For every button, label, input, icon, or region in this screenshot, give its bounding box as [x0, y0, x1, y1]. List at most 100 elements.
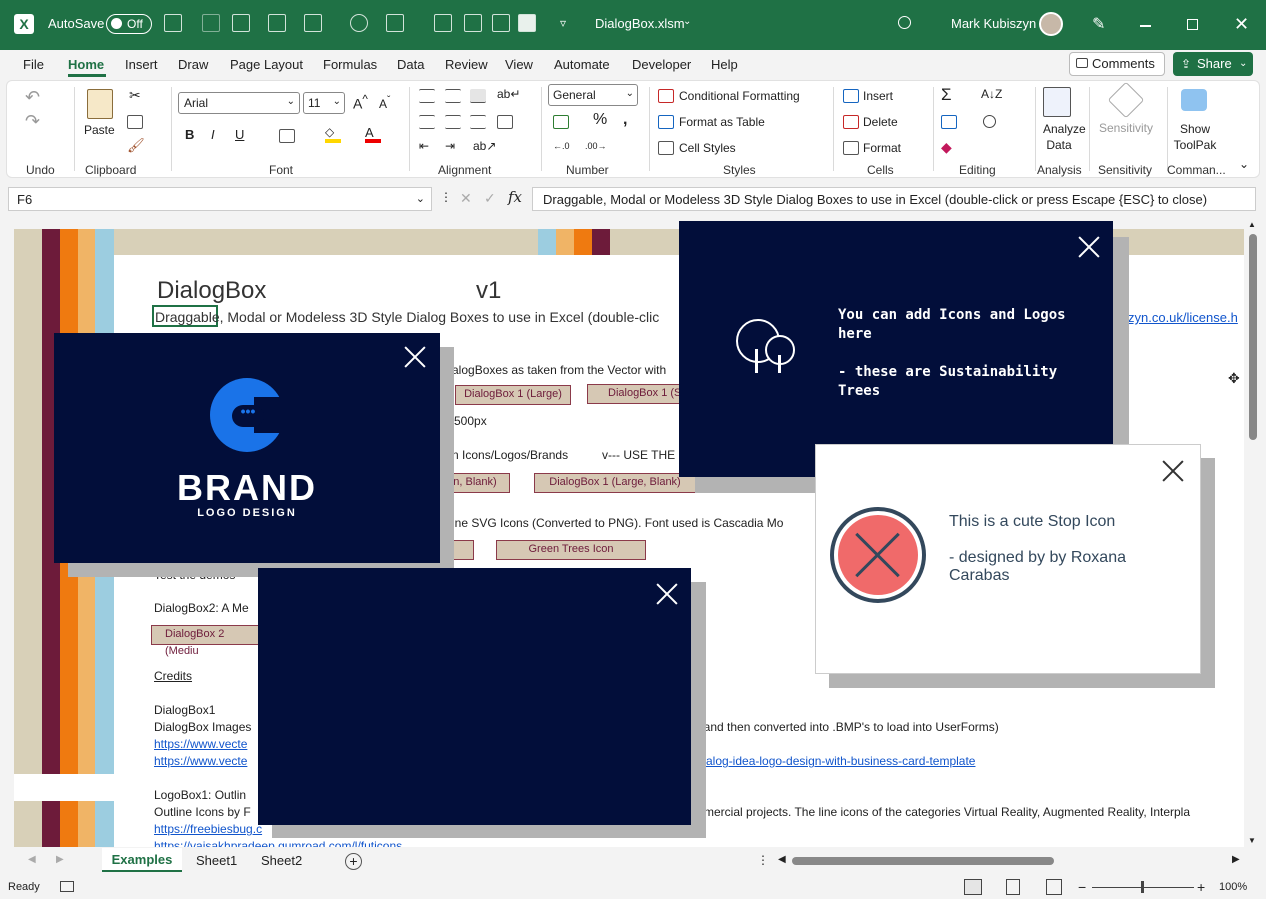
- page-layout-view-icon[interactable]: [1006, 879, 1020, 895]
- trees-dialog[interactable]: You can add Icons and Logos here - these…: [679, 221, 1113, 477]
- maximize-icon[interactable]: [1187, 19, 1198, 30]
- file-name[interactable]: DialogBox.xlsm: [595, 16, 685, 31]
- tab-examples[interactable]: Examples: [102, 848, 182, 872]
- cut-icon[interactable]: ✂: [129, 87, 141, 104]
- comments-button[interactable]: Comments: [1069, 52, 1165, 76]
- align-right-icon[interactable]: [470, 115, 486, 129]
- undo-icon[interactable]: ↶: [25, 87, 40, 108]
- format-cells-icon[interactable]: [843, 141, 859, 155]
- menu-view[interactable]: View: [505, 57, 533, 72]
- dialogbox1-small-button[interactable]: DialogBox 1 (S: [587, 384, 687, 404]
- redo-icon[interactable]: ↷: [25, 111, 40, 132]
- brand-dialog[interactable]: ••• BRAND LOGO DESIGN: [54, 333, 440, 563]
- format-as-table-button[interactable]: Format as Table: [679, 115, 765, 129]
- customize-toolbar-icon[interactable]: ▿: [560, 16, 566, 30]
- share-button[interactable]: ⇪ Share ⌄: [1173, 52, 1253, 76]
- text-format-icon[interactable]: [518, 14, 536, 32]
- autosave-toggle[interactable]: Off: [106, 14, 152, 34]
- dialogbox1-large-blank-button[interactable]: DialogBox 1 (Large, Blank): [534, 473, 696, 493]
- bold-icon[interactable]: B: [185, 127, 194, 142]
- avatar[interactable]: [1039, 12, 1063, 36]
- increase-font-icon[interactable]: A^: [353, 93, 368, 112]
- sensitivity-button[interactable]: Sensitivity: [1099, 121, 1153, 135]
- gumroad-link[interactable]: https://vaisakhpradeep.gumroad.com/l/fut…: [154, 839, 402, 847]
- zoom-slider[interactable]: [1092, 881, 1194, 893]
- menu-file[interactable]: File: [23, 57, 44, 72]
- fill-color-icon[interactable]: ◇: [325, 125, 341, 143]
- dialogbox2-medium-button[interactable]: DialogBox 2 (Mediu: [151, 625, 261, 657]
- close-icon[interactable]: [1077, 235, 1101, 259]
- zoom-in-icon[interactable]: +: [1197, 879, 1205, 895]
- sort-filter-icon[interactable]: A↓Z: [981, 87, 1002, 101]
- align-bottom-icon[interactable]: [470, 89, 486, 103]
- page-break-view-icon[interactable]: [1046, 879, 1062, 895]
- delete-cells-icon[interactable]: [843, 115, 859, 129]
- decrease-font-icon[interactable]: Aˇ: [379, 95, 390, 111]
- link-icon[interactable]: [350, 14, 368, 32]
- scroll-down-icon[interactable]: ▼: [1248, 836, 1256, 845]
- stop-dialog[interactable]: This is a cute Stop Icon - designed by b…: [815, 444, 1201, 674]
- scroll-right-icon[interactable]: ▶: [1232, 854, 1240, 865]
- normal-view-icon[interactable]: [964, 879, 982, 895]
- font-size-select[interactable]: 11 ⌄: [303, 92, 345, 114]
- delete-cells-button[interactable]: Delete: [863, 115, 898, 129]
- calculator-icon[interactable]: [304, 14, 322, 32]
- freebiesbug-link[interactable]: https://freebiesbug.c: [154, 822, 262, 836]
- user-name[interactable]: Mark Kubiszyn: [951, 16, 1036, 31]
- menu-formulas[interactable]: Formulas: [323, 57, 377, 72]
- delete-column-icon[interactable]: [268, 14, 286, 32]
- green-trees-icon-button[interactable]: Green Trees Icon: [496, 540, 646, 560]
- font-color-icon[interactable]: A: [365, 125, 381, 143]
- format-painter-icon[interactable]: 🖌: [127, 137, 145, 154]
- menu-developer[interactable]: Developer: [632, 57, 691, 72]
- scroll-left-icon[interactable]: ◀: [778, 854, 786, 865]
- tab-sheet2[interactable]: Sheet2: [261, 853, 302, 868]
- confirm-entry-icon[interactable]: ✓: [484, 190, 496, 207]
- fill-icon[interactable]: [941, 115, 957, 129]
- conditional-formatting-button[interactable]: Conditional Formatting: [679, 89, 800, 103]
- scroll-up-icon[interactable]: ▲: [1248, 220, 1256, 229]
- macro-record-icon[interactable]: [60, 881, 74, 892]
- cell-styles-button[interactable]: Cell Styles: [679, 141, 736, 155]
- find-select-icon[interactable]: [983, 115, 996, 128]
- zoom-out-icon[interactable]: −: [1078, 879, 1086, 895]
- copy-icon[interactable]: [127, 115, 143, 129]
- cancel-entry-icon[interactable]: ✕: [460, 190, 472, 207]
- menu-home[interactable]: Home: [68, 57, 104, 72]
- formula-input[interactable]: Draggable, Modal or Modeless 3D Style Di…: [532, 187, 1256, 211]
- menu-data[interactable]: Data: [397, 57, 424, 72]
- paste-icon[interactable]: [87, 89, 113, 119]
- pen-icon[interactable]: ✎: [1092, 14, 1105, 34]
- menu-insert[interactable]: Insert: [125, 57, 158, 72]
- align-left-icon[interactable]: [419, 115, 435, 129]
- close-icon[interactable]: [1161, 459, 1185, 483]
- vertical-scrollbar[interactable]: ▲ ▼: [1246, 220, 1260, 848]
- show-toolpak-button[interactable]: Show ToolPak: [1169, 121, 1221, 153]
- analyze-data-button[interactable]: Analyze Data: [1043, 121, 1086, 153]
- folder-icon[interactable]: [492, 14, 510, 32]
- comma-style-icon[interactable]: ,: [623, 111, 627, 129]
- merge-center-icon[interactable]: [497, 115, 513, 129]
- insert-cells-button[interactable]: Insert: [863, 89, 893, 103]
- menu-page-layout[interactable]: Page Layout: [230, 57, 303, 72]
- accounting-format-icon[interactable]: [553, 115, 569, 129]
- wrap-text-icon[interactable]: ab↵: [497, 87, 520, 101]
- ribbon-collapse-icon[interactable]: ⌄: [1239, 157, 1249, 171]
- borders-icon[interactable]: [279, 129, 295, 143]
- clipboard-icon[interactable]: [202, 14, 220, 32]
- table-icon[interactable]: [464, 14, 482, 32]
- analyze-data-icon[interactable]: [1043, 87, 1071, 117]
- menu-automate[interactable]: Automate: [554, 57, 610, 72]
- save-icon[interactable]: [164, 14, 182, 32]
- decrease-indent-icon[interactable]: ⇤: [419, 139, 429, 153]
- insert-function-icon[interactable]: fx: [508, 188, 522, 206]
- paste-button[interactable]: Paste: [84, 123, 115, 137]
- dialogbox1-large-button[interactable]: DialogBox 1 (Large): [455, 385, 571, 405]
- horizontal-scroll-thumb[interactable]: [792, 857, 1054, 865]
- percent-icon[interactable]: %: [593, 111, 607, 129]
- tab-scroll-right-icon[interactable]: ▶: [56, 854, 64, 865]
- decrease-decimal-icon[interactable]: .00→: [585, 141, 607, 151]
- vecteezy-link-1[interactable]: https://www.vecte: [154, 737, 247, 751]
- search-icon[interactable]: [898, 16, 911, 29]
- tab-scroll-left-icon[interactable]: ◀: [28, 854, 36, 865]
